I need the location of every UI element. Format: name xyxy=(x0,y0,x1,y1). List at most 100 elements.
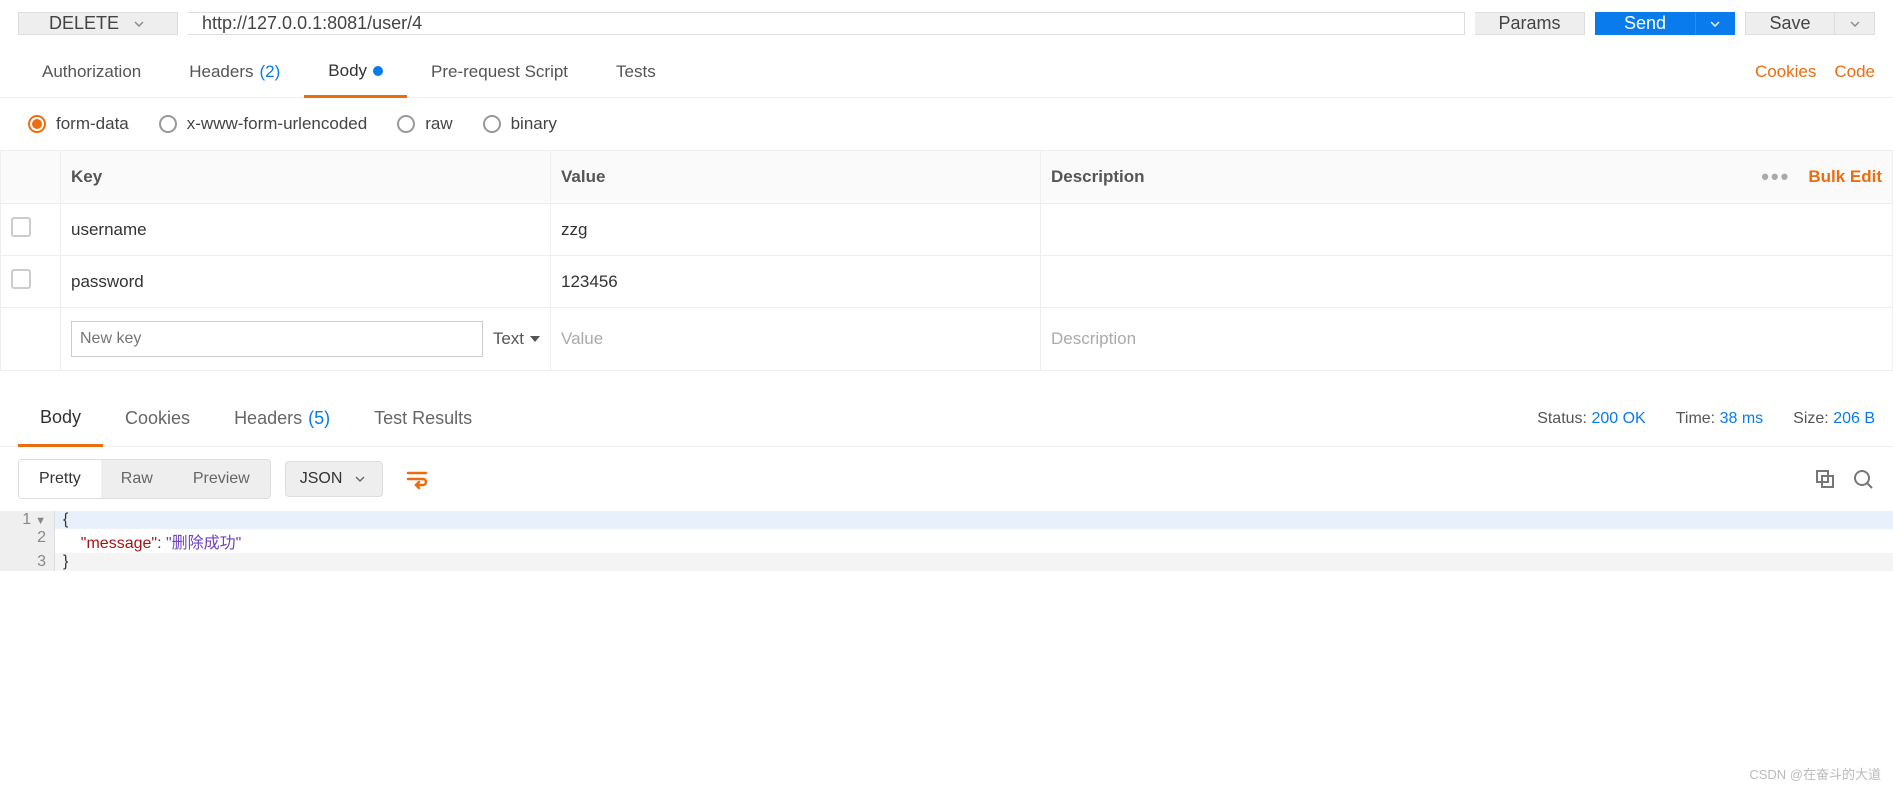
radio-raw[interactable]: raw xyxy=(397,114,452,134)
table-new-row: Text Value Description xyxy=(1,308,1893,371)
new-key-input[interactable] xyxy=(71,321,483,357)
wrap-icon xyxy=(405,467,429,491)
radio-urlencoded[interactable]: x-www-form-urlencoded xyxy=(159,114,367,134)
code-link[interactable]: Code xyxy=(1834,62,1875,82)
send-dropdown[interactable] xyxy=(1695,12,1735,35)
radio-label: binary xyxy=(511,114,557,134)
new-desc-placeholder[interactable]: Description xyxy=(1051,329,1136,348)
line-number: 2 xyxy=(0,529,55,553)
cell-value[interactable]: zzg xyxy=(551,204,1041,256)
tab-authorization[interactable]: Authorization xyxy=(18,48,165,96)
save-button[interactable]: Save xyxy=(1745,12,1835,35)
params-button[interactable]: Params xyxy=(1475,12,1585,35)
request-bar: DELETE Params Send Save xyxy=(0,0,1893,47)
line-text[interactable]: } xyxy=(55,553,1893,571)
status-value: 200 OK xyxy=(1591,410,1645,427)
resp-headers-count: (5) xyxy=(308,408,330,429)
copy-icon[interactable] xyxy=(1813,467,1837,491)
method-select[interactable]: DELETE xyxy=(18,12,178,35)
table-header-row: Key Value Description ••• Bulk Edit xyxy=(1,151,1893,204)
chevron-down-icon xyxy=(1707,16,1723,32)
request-tabs: Authorization Headers (2) Body Pre-reque… xyxy=(0,47,1893,98)
line-number: 1 xyxy=(22,511,31,528)
tab-prerequest[interactable]: Pre-request Script xyxy=(407,48,592,96)
cell-description[interactable] xyxy=(1041,256,1893,308)
col-value: Value xyxy=(551,151,1041,204)
table-row: password 123456 xyxy=(1,256,1893,308)
body-type-selector: form-data x-www-form-urlencoded raw bina… xyxy=(0,98,1893,150)
resp-tab-body[interactable]: Body xyxy=(18,391,103,447)
new-value-placeholder[interactable]: Value xyxy=(561,329,603,348)
more-options-icon[interactable]: ••• xyxy=(1761,164,1790,190)
json-key: "message" xyxy=(81,535,157,552)
view-raw[interactable]: Raw xyxy=(101,460,173,498)
bulk-edit-link[interactable]: Bulk Edit xyxy=(1808,167,1882,187)
resp-headers-label: Headers xyxy=(234,408,302,429)
radio-label: form-data xyxy=(56,114,129,134)
save-dropdown[interactable] xyxy=(1835,12,1875,35)
tab-tests[interactable]: Tests xyxy=(592,48,680,96)
radio-icon xyxy=(159,115,177,133)
tab-headers-label: Headers xyxy=(189,62,253,82)
col-key: Key xyxy=(61,151,551,204)
chevron-down-icon xyxy=(352,471,368,487)
line-text[interactable]: { xyxy=(55,511,1893,529)
type-dropdown[interactable]: Text xyxy=(493,329,540,349)
json-sep: : xyxy=(157,535,166,552)
save-group: Save xyxy=(1745,12,1875,35)
chevron-down-icon xyxy=(131,16,147,32)
send-button[interactable]: Send xyxy=(1595,12,1695,35)
col-check xyxy=(1,151,61,204)
radio-icon xyxy=(397,115,415,133)
url-input[interactable] xyxy=(188,12,1465,35)
method-label: DELETE xyxy=(49,13,119,34)
radio-binary[interactable]: binary xyxy=(483,114,557,134)
view-pretty[interactable]: Pretty xyxy=(19,460,101,498)
code-line: 2 "message": "删除成功" xyxy=(0,529,1893,553)
format-dropdown[interactable]: JSON xyxy=(285,461,384,497)
status-label: Status: xyxy=(1537,410,1587,427)
tab-headers[interactable]: Headers (2) xyxy=(165,48,304,96)
view-mode-group: Pretty Raw Preview xyxy=(18,459,271,499)
format-label: JSON xyxy=(300,470,343,488)
request-tabs-right: Cookies Code xyxy=(1755,62,1875,82)
time-value: 38 ms xyxy=(1720,410,1764,427)
row-checkbox[interactable] xyxy=(11,269,31,289)
cell-description[interactable] xyxy=(1041,204,1893,256)
send-group: Send xyxy=(1595,12,1735,35)
row-checkbox[interactable] xyxy=(11,217,31,237)
cookies-link[interactable]: Cookies xyxy=(1755,62,1816,82)
resp-tab-testresults[interactable]: Test Results xyxy=(352,392,494,445)
view-preview[interactable]: Preview xyxy=(173,460,270,498)
json-value: "删除成功" xyxy=(166,535,241,552)
response-meta: Status: 200 OK Time: 38 ms Size: 206 B xyxy=(1537,410,1875,428)
cell-key[interactable]: username xyxy=(61,204,551,256)
resp-tab-headers[interactable]: Headers (5) xyxy=(212,392,352,445)
line-text[interactable]: "message": "删除成功" xyxy=(55,529,1893,553)
wrap-lines-button[interactable] xyxy=(397,459,437,499)
col-description: Description ••• Bulk Edit xyxy=(1041,151,1893,204)
tab-body-label: Body xyxy=(328,61,367,81)
fold-icon[interactable]: ▼ xyxy=(35,515,46,527)
size-label: Size: xyxy=(1793,410,1829,427)
watermark: CSDN @在奋斗的大道 xyxy=(1749,764,1881,783)
tab-body[interactable]: Body xyxy=(304,47,407,98)
time-label: Time: xyxy=(1676,410,1715,427)
cell-value[interactable]: 123456 xyxy=(551,256,1041,308)
radio-form-data[interactable]: form-data xyxy=(28,114,129,134)
cell-key[interactable]: password xyxy=(61,256,551,308)
col-description-label: Description xyxy=(1051,167,1145,187)
response-body: 1 ▼ { 2 "message": "删除成功" 3 } xyxy=(0,511,1893,571)
radio-icon xyxy=(28,115,46,133)
caret-down-icon xyxy=(530,334,540,344)
headers-count: (2) xyxy=(260,62,281,82)
radio-label: raw xyxy=(425,114,452,134)
response-toolbar-right xyxy=(1813,467,1875,491)
radio-label: x-www-form-urlencoded xyxy=(187,114,367,134)
form-data-table: Key Value Description ••• Bulk Edit user… xyxy=(0,150,1893,371)
search-icon[interactable] xyxy=(1851,467,1875,491)
url-input-wrap xyxy=(188,12,1465,35)
resp-tab-cookies[interactable]: Cookies xyxy=(103,392,212,445)
code-line: 3 } xyxy=(0,553,1893,571)
radio-icon xyxy=(483,115,501,133)
